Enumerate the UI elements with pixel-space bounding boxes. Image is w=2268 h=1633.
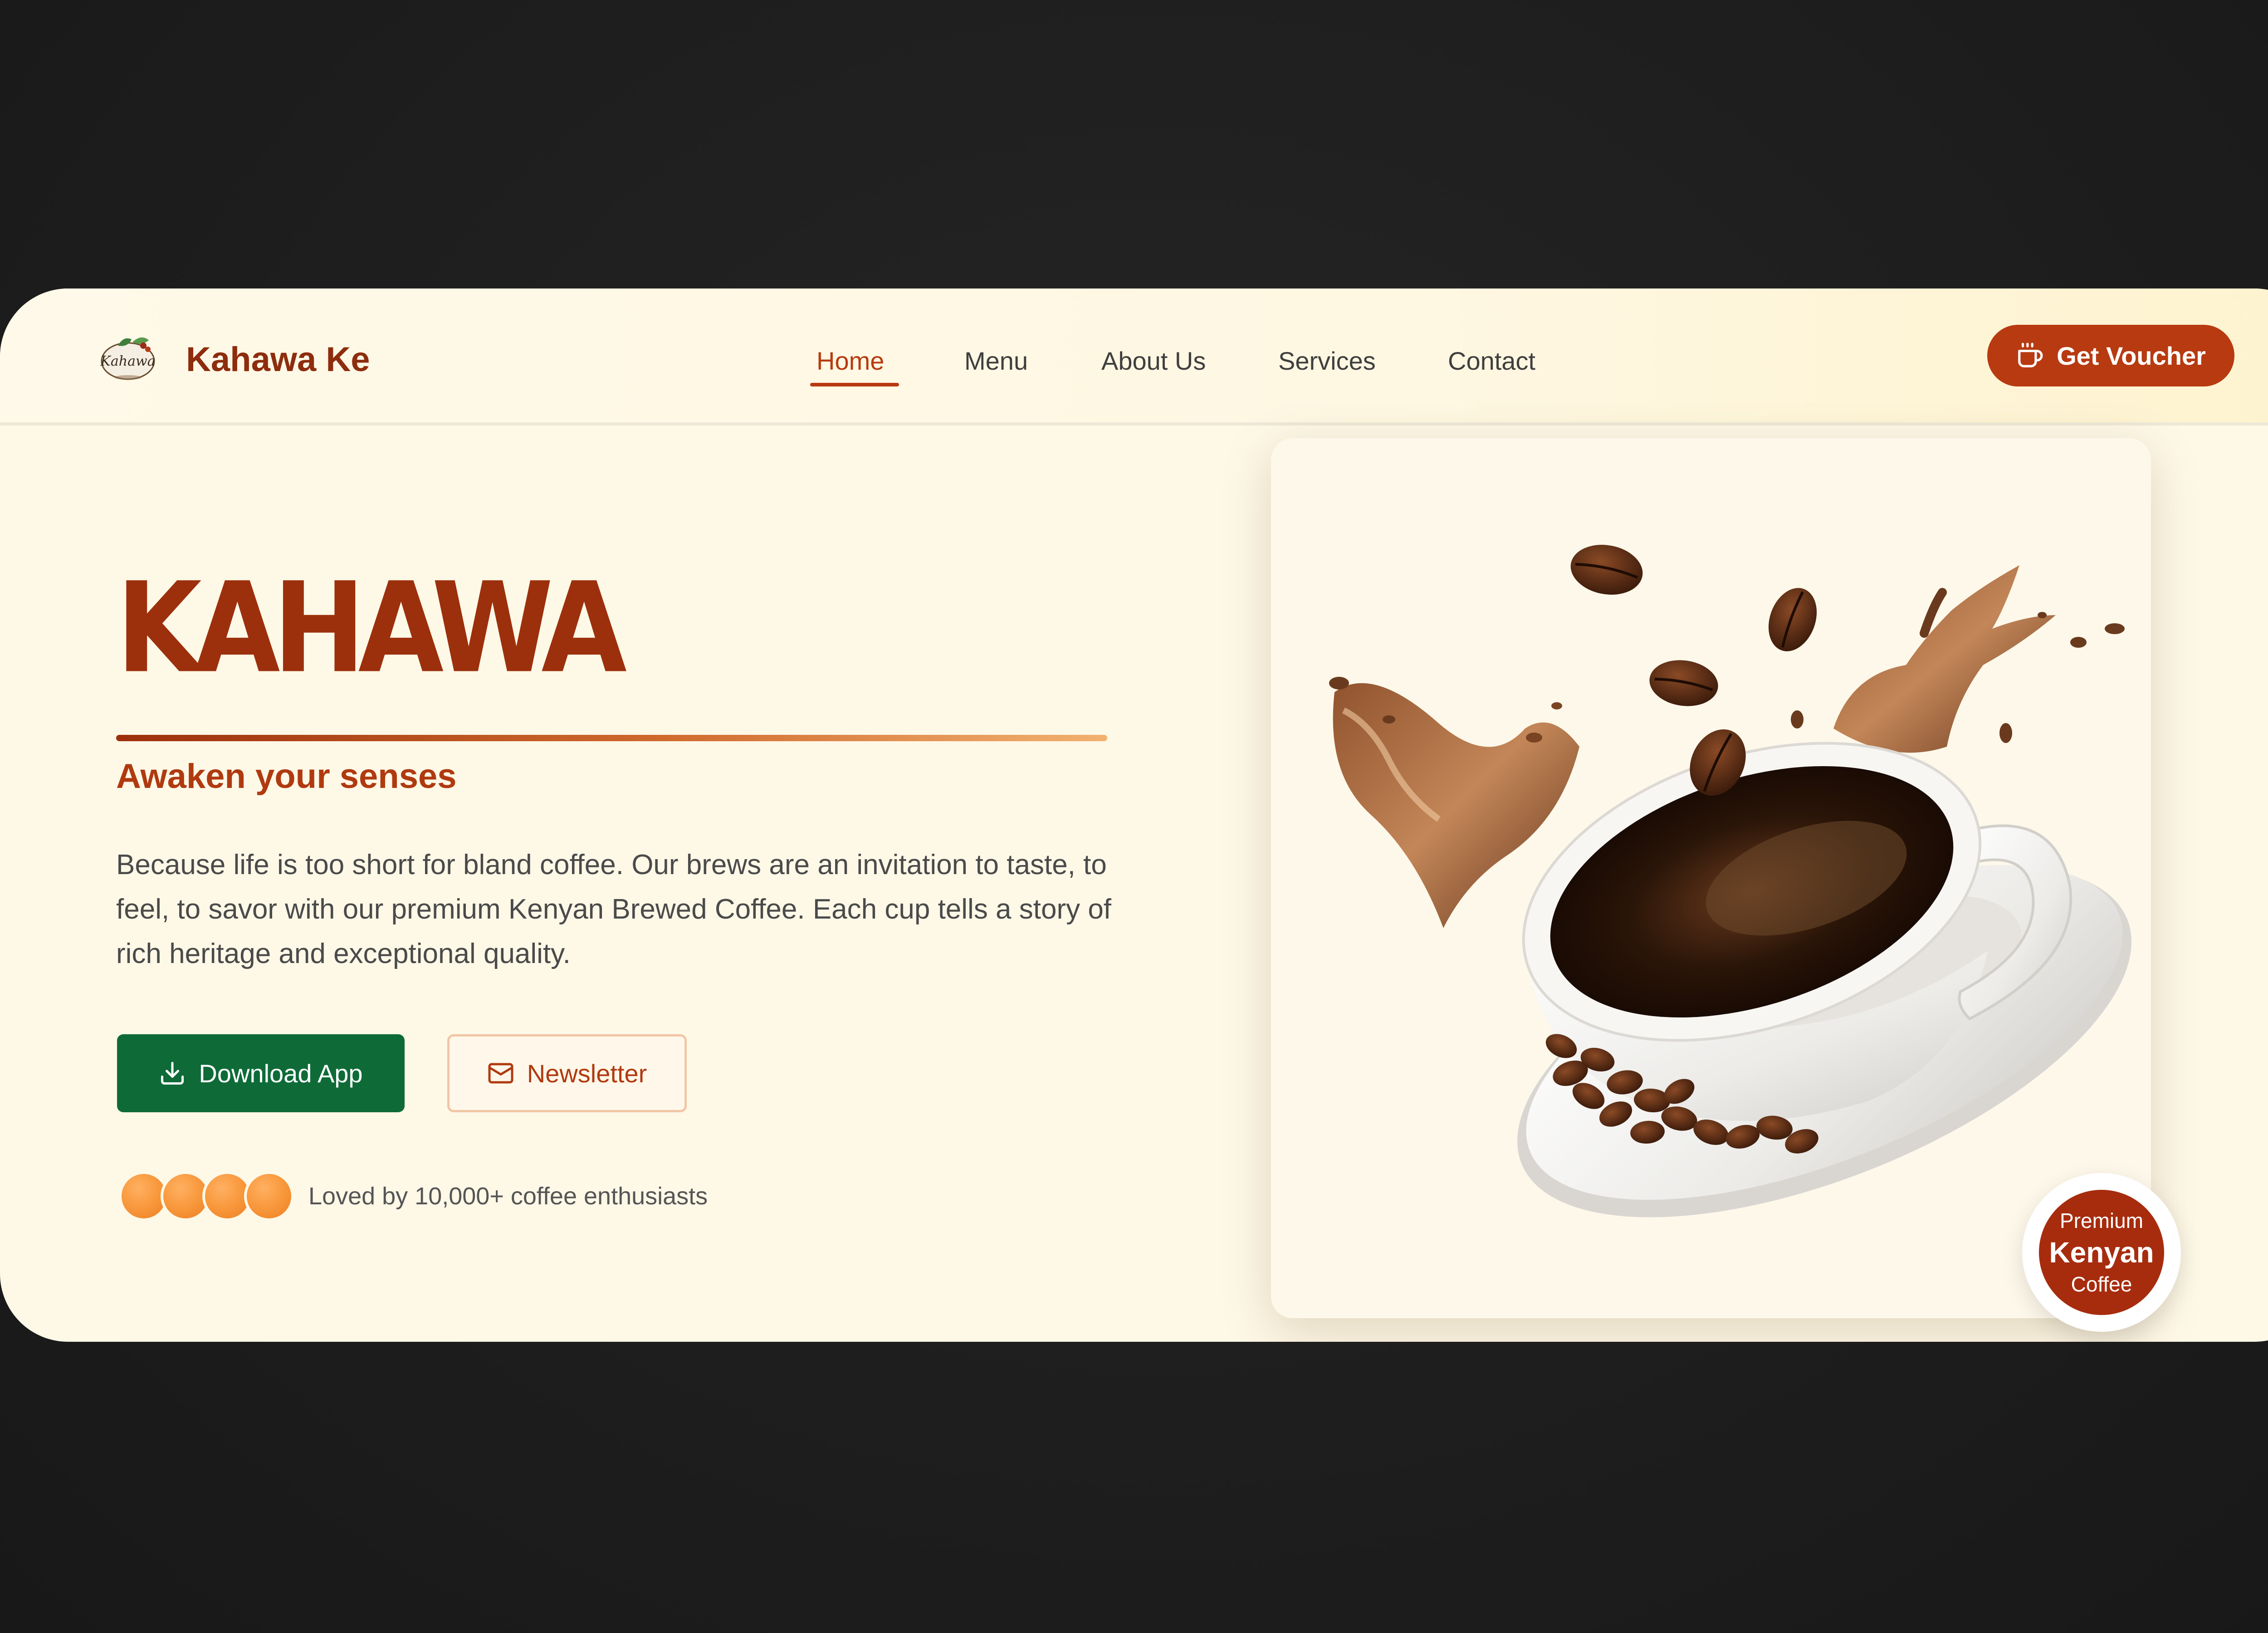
brand-name: Kahawa Ke [186, 340, 370, 379]
badge-line-kenyan: Kenyan [2049, 1236, 2154, 1269]
social-proof-text: Loved by 10,000+ coffee enthusiasts [308, 1183, 708, 1210]
nav-link-services[interactable]: Services [1278, 338, 1396, 384]
premium-kenyan-coffee-badge: Premium Kenyan Coffee [2039, 1190, 2164, 1315]
navbar: Kahawa Kahawa Ke Home Menu About Us Serv… [0, 288, 2268, 425]
nav-link-home[interactable]: Home [816, 338, 907, 384]
badge-line-premium: Premium [2059, 1209, 2144, 1232]
hero-tagline: Awaken your senses [116, 757, 457, 796]
badge-line-coffee: Coffee [2071, 1272, 2132, 1296]
svg-text:Kahawa: Kahawa [100, 353, 155, 369]
svg-text:KAHAWA: KAHAWA [116, 561, 628, 688]
mail-icon [488, 1063, 513, 1084]
download-icon [161, 1062, 184, 1085]
avatar-stack [119, 1171, 296, 1221]
coffee-cup-splash-image [1329, 545, 2131, 1217]
website-window: Kahawa Kahawa Ke Home Menu About Us Serv… [0, 288, 2268, 1342]
nav-link-about-us[interactable]: About Us [1101, 338, 1228, 384]
get-voucher-label: Get Voucher [2057, 341, 2206, 370]
coffee-leaf-logo-icon: Kahawa [100, 332, 163, 386]
get-voucher-button[interactable]: Get Voucher [1987, 325, 2234, 386]
avatar [244, 1171, 294, 1221]
hero-description: Because life is too short for bland coff… [116, 849, 1112, 969]
hero-divider [116, 735, 1107, 741]
download-app-label: Download App [199, 1059, 363, 1088]
nav-link-contact[interactable]: Contact [1448, 338, 1566, 384]
newsletter-button[interactable]: Newsletter [447, 1034, 687, 1112]
brand[interactable]: Kahawa Kahawa Ke [100, 332, 370, 386]
download-app-button[interactable]: Download App [117, 1034, 405, 1112]
newsletter-label: Newsletter [527, 1059, 647, 1088]
hero-title: KAHAWA [116, 561, 638, 688]
nav-link-menu[interactable]: Menu [964, 338, 1041, 384]
active-nav-indicator [810, 383, 899, 386]
coffee-cup-icon [2018, 342, 2043, 367]
coffee-image-card [1271, 438, 2151, 1318]
